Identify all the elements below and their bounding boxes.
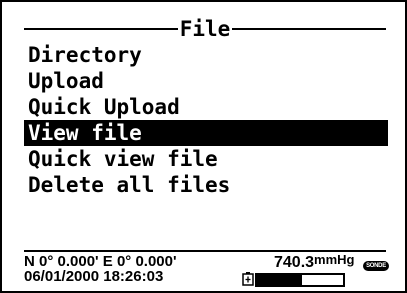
title-rule-right: [232, 28, 387, 30]
battery-icon: [242, 272, 254, 286]
menu-item-quick-upload[interactable]: Quick Upload: [24, 94, 388, 120]
menu-item-quick-view-file[interactable]: Quick view file: [24, 146, 388, 172]
menu-title: File: [179, 17, 231, 41]
battery-level-fill: [257, 275, 302, 285]
pressure-unit: mmHg: [314, 252, 355, 267]
title-rule-left: [24, 28, 178, 30]
battery-level-bar: [255, 273, 345, 287]
barometer-reading: 740.3mmHg: [274, 251, 355, 271]
file-menu: Directory Upload Quick Upload View file …: [24, 42, 388, 198]
date-time: 06/01/2000 18:26:03: [24, 268, 164, 285]
pressure-value: 740.3: [274, 254, 315, 271]
menu-item-view-file[interactable]: View file: [24, 120, 388, 146]
handheld-screen: File Directory Upload Quick Upload View …: [0, 0, 407, 293]
menu-item-directory[interactable]: Directory: [24, 42, 388, 68]
menu-item-upload[interactable]: Upload: [24, 68, 388, 94]
sonde-connection-icon: SONDE: [363, 261, 389, 271]
menu-item-delete-all-files[interactable]: Delete all files: [24, 172, 388, 198]
menu-title-bar: File: [24, 16, 387, 42]
